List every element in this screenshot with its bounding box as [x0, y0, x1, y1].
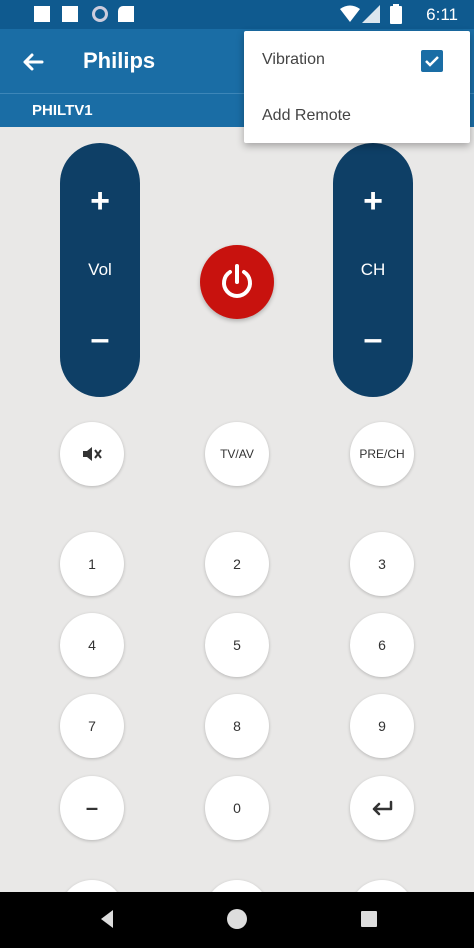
mute-button[interactable] — [60, 422, 124, 486]
digit-6-button[interactable]: 6 — [350, 613, 414, 677]
channel-down-button[interactable]: – — [333, 319, 413, 359]
nav-back-icon[interactable] — [97, 908, 117, 930]
mute-icon — [83, 447, 102, 461]
nav-home-icon[interactable] — [226, 908, 248, 930]
channel-up-button[interactable]: + — [333, 181, 413, 221]
digit-7-button[interactable]: 7 — [60, 694, 124, 758]
battery-icon — [390, 4, 402, 24]
enter-arrow-icon — [372, 800, 393, 816]
volume-up-button[interactable]: + — [60, 181, 140, 221]
notification-icon — [62, 6, 78, 22]
menu-item-add-remote[interactable]: Add Remote — [262, 107, 351, 125]
digit-9-button[interactable]: 9 — [350, 694, 414, 758]
enter-button[interactable] — [350, 776, 414, 840]
back-arrow-icon[interactable] — [18, 47, 48, 77]
notification-icon — [34, 6, 50, 22]
sd-card-icon — [118, 6, 134, 22]
digit-0-button[interactable]: 0 — [205, 776, 269, 840]
volume-rocker: + Vol – — [60, 143, 140, 397]
digit-2-button[interactable]: 2 — [205, 532, 269, 596]
pre-ch-button[interactable]: PRE/CH — [350, 422, 414, 486]
digit-3-button[interactable]: 3 — [350, 532, 414, 596]
digit-5-button[interactable]: 5 — [205, 613, 269, 677]
digit-8-button[interactable]: 8 — [205, 694, 269, 758]
tv-av-button[interactable]: TV/AV — [205, 422, 269, 486]
channel-label: CH — [360, 260, 386, 279]
signal-icon — [362, 5, 380, 23]
nav-recents-icon[interactable] — [360, 910, 378, 928]
power-icon — [222, 264, 252, 298]
overflow-menu: Vibration Add Remote — [244, 31, 470, 143]
page-title: Philips — [83, 48, 156, 73]
wifi-icon — [340, 5, 360, 22]
checkmark-icon — [425, 56, 439, 67]
power-button[interactable] — [200, 245, 274, 319]
dash-button[interactable]: – — [60, 776, 124, 840]
volume-down-button[interactable]: – — [60, 319, 140, 359]
digit-4-button[interactable]: 4 — [60, 613, 124, 677]
clock: 6:11 — [426, 5, 458, 24]
channel-rocker: + CH – — [333, 143, 413, 397]
system-nav-bar — [0, 892, 474, 948]
menu-item-vibration[interactable]: Vibration — [262, 51, 325, 69]
remote-name-tab[interactable]: PHILTV1 — [32, 102, 93, 119]
vibration-checkbox[interactable] — [421, 50, 443, 72]
digit-1-button[interactable]: 1 — [60, 532, 124, 596]
status-bar: 6:11 — [0, 0, 474, 29]
notification-icon — [92, 6, 108, 22]
volume-label: Vol — [88, 260, 112, 279]
